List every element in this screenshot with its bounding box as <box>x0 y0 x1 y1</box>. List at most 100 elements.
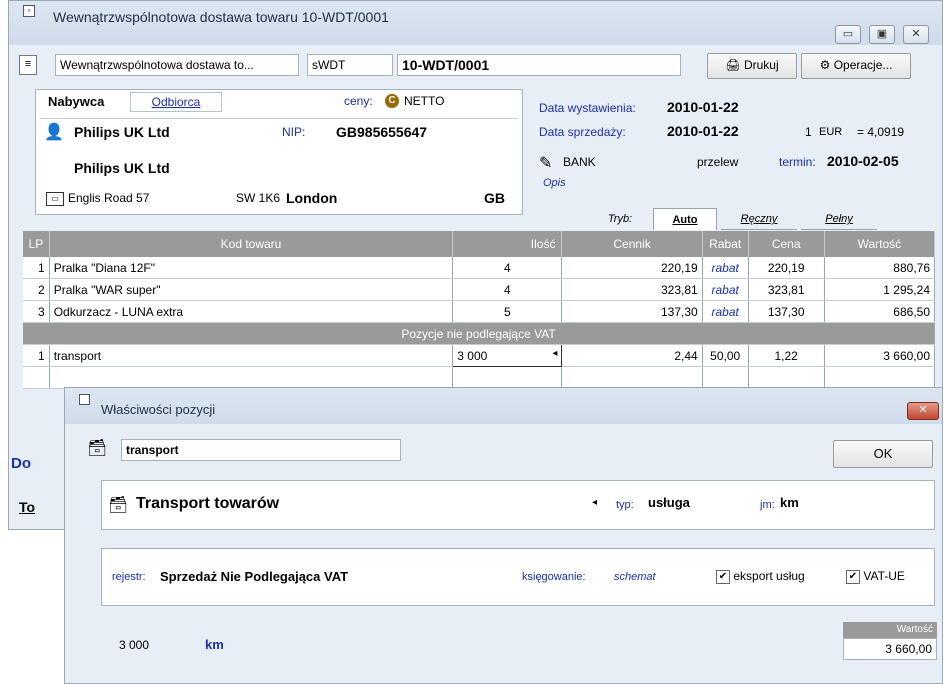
cell-list-price[interactable]: 137,30 <box>561 300 703 323</box>
col-list-price[interactable]: Cennik <box>561 231 703 257</box>
register-value[interactable]: Sprzedaż Nie Podlegająca VAT <box>160 569 348 584</box>
currency-c-icon[interactable]: C <box>385 94 399 108</box>
print-button[interactable]: 🖨 Drukuj <box>707 53 797 79</box>
col-discount[interactable]: Rabat <box>702 231 749 257</box>
export-services-label: eksport usług <box>733 569 805 583</box>
package-icon[interactable]: 🗃 <box>87 438 107 458</box>
cell-discount[interactable]: rabat <box>702 300 749 323</box>
person-icon[interactable]: 👤 <box>44 122 64 142</box>
value-header: Wartość <box>843 622 937 638</box>
cell-value[interactable]: 880,76 <box>824 257 936 279</box>
address-card-icon[interactable]: ▭ <box>46 192 64 206</box>
issue-date-value[interactable]: 2010-01-22 <box>667 99 739 115</box>
table-row-empty[interactable] <box>23 366 936 389</box>
exchange-rate[interactable]: = 4,0919 <box>857 125 904 139</box>
export-services-checkbox[interactable]: ✔ eksport usług <box>716 569 805 584</box>
document-code-field[interactable]: sWDT <box>307 54 393 76</box>
item-name-field[interactable]: transport <box>121 439 401 461</box>
cell-price[interactable]: 323,81 <box>748 278 825 301</box>
term-value[interactable]: 2010-02-05 <box>827 153 899 169</box>
city[interactable]: London <box>286 190 337 206</box>
value-field[interactable]: 3 660,00 <box>843 638 937 660</box>
col-value[interactable]: Wartość <box>824 231 936 257</box>
product-panel: 🗃 Transport towarów ◂ typ: usługa jm: km <box>101 480 935 530</box>
check-icon: ✔ <box>846 569 860 584</box>
label-to[interactable]: To <box>19 499 35 515</box>
document-type-field[interactable]: Wewnątrzwspólnotowa dostawa to... <box>55 54 299 76</box>
table-row[interactable]: 1 Pralka "Diana 12F" 4 220,19 rabat 220,… <box>23 257 936 279</box>
cell-code[interactable]: Pralka "Diana 12F" <box>49 257 454 279</box>
cell-code[interactable]: Odkurzacz - LUNA extra <box>49 300 454 323</box>
cell-value[interactable]: 686,50 <box>824 300 936 323</box>
tab-recipient[interactable]: Odbiorca <box>130 92 222 112</box>
cell-qty-editing[interactable]: 3 000 ◂ <box>452 344 563 367</box>
package-icon[interactable]: 🗃 <box>108 495 128 515</box>
table-row[interactable]: 1 transport 3 000 ◂ 2,44 50,00 1,22 3 66… <box>23 344 936 367</box>
cell-value[interactable]: 1 295,24 <box>824 278 936 301</box>
cell-qty-value[interactable]: 3 000 <box>457 349 487 363</box>
prices-value[interactable]: NETTO <box>404 94 444 108</box>
document-icon[interactable]: ≡ <box>19 55 37 75</box>
type-value[interactable]: usługa <box>648 495 690 510</box>
cell-price[interactable]: 220,19 <box>748 257 825 279</box>
col-lp[interactable]: LP <box>23 231 50 257</box>
spin-left-icon[interactable]: ◂ <box>552 348 557 359</box>
rate-currency[interactable]: EUR <box>819 126 842 138</box>
buyer-name[interactable]: Philips UK Ltd <box>74 124 170 140</box>
payment-icon[interactable]: ✎ <box>539 153 552 173</box>
cell-code[interactable]: Pralka "WAR super" <box>49 278 454 301</box>
app-icon[interactable]: ▫ <box>23 5 35 17</box>
cell-code[interactable]: transport <box>49 344 454 367</box>
booking-label: księgowanie: <box>522 571 586 583</box>
dialog-close-button[interactable]: ✕ <box>907 402 939 420</box>
postcode[interactable]: SW 1K6 <box>236 191 280 205</box>
dialog-app-icon[interactable] <box>79 394 90 405</box>
tab-full[interactable]: Pełny <box>801 208 877 230</box>
cell-discount[interactable]: rabat <box>702 257 749 279</box>
buyer-name-2[interactable]: Philips UK Ltd <box>74 160 170 176</box>
table-row[interactable]: 2 Pralka "WAR super" 4 323,81 rabat 323,… <box>23 278 936 301</box>
tab-buyer[interactable]: Nabywca <box>48 94 104 109</box>
payment-type[interactable]: przelew <box>697 155 738 169</box>
quantity-value[interactable]: 3 000 <box>119 638 149 652</box>
item-properties-dialog: Właściwości pozycji ✕ 🗃 transport OK 🗃 T… <box>64 387 943 684</box>
tab-manual[interactable]: Ręczny <box>721 208 797 230</box>
cell-discount[interactable]: rabat <box>702 278 749 301</box>
cell-discount[interactable]: 50,00 <box>702 344 749 367</box>
tab-auto[interactable]: Auto <box>653 208 717 230</box>
ok-button[interactable]: OK <box>833 440 933 468</box>
sale-date-value[interactable]: 2010-01-22 <box>667 123 739 139</box>
cell-list-price[interactable]: 323,81 <box>561 278 703 301</box>
description-label[interactable]: Opis <box>543 177 566 189</box>
cell-list-price[interactable]: 2,44 <box>561 344 703 367</box>
cell-qty[interactable]: 4 <box>452 278 563 301</box>
street[interactable]: Englis Road 57 <box>68 191 149 205</box>
country[interactable]: GB <box>484 190 505 206</box>
col-qty[interactable]: Ilość <box>452 231 563 257</box>
cell-qty[interactable]: 5 <box>452 300 563 323</box>
cell-price[interactable]: 1,22 <box>748 344 825 367</box>
cell-list-price[interactable]: 220,19 <box>561 257 703 279</box>
col-code[interactable]: Kod towaru <box>49 231 454 257</box>
close-button[interactable]: ✕ <box>903 25 929 44</box>
operations-button[interactable]: ⚙ Operacje... <box>801 53 911 79</box>
sale-date-label: Data sprzedaży: <box>539 125 626 139</box>
vat-ue-checkbox[interactable]: ✔ VAT-UE <box>846 569 905 584</box>
section-row: Pozycje nie podlegające VAT <box>23 322 935 345</box>
payment-name[interactable]: BANK <box>563 155 596 169</box>
document-number-field[interactable]: 10-WDT/0001 <box>397 54 681 76</box>
col-price[interactable]: Cena <box>748 231 825 257</box>
items-grid: LP Kod towaru Ilość Cennik Rabat Cena Wa… <box>23 231 936 389</box>
minimize-button[interactable]: ▭ <box>835 25 861 44</box>
product-scroll-left-icon[interactable]: ◂ <box>592 497 597 508</box>
booking-value[interactable]: schemat <box>614 571 656 583</box>
cell-qty[interactable]: 4 <box>452 257 563 279</box>
unit-value[interactable]: km <box>780 495 799 510</box>
cell-value[interactable]: 3 660,00 <box>824 344 936 367</box>
cell-price[interactable]: 137,30 <box>748 300 825 323</box>
maximize-button[interactable]: ▣ <box>869 25 895 44</box>
nip-value[interactable]: GB985655647 <box>336 124 427 140</box>
table-row[interactable]: 3 Odkurzacz - LUNA extra 5 137,30 rabat … <box>23 300 936 323</box>
product-name[interactable]: Transport towarów <box>136 495 279 513</box>
title-bar[interactable]: ▫ Wewnątrzwspólnotowa dostawa towaru 10-… <box>9 1 942 45</box>
